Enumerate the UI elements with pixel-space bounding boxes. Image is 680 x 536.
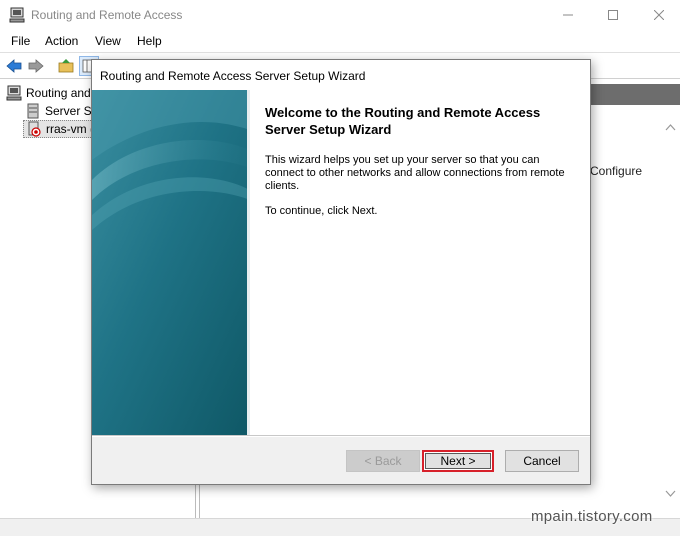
minimize-icon [563,14,573,16]
wizard-separator [92,435,590,437]
up-level-button[interactable] [56,56,76,76]
wizard-titlebar: Routing and Remote Access Server Setup W… [92,60,590,90]
maximize-icon [608,10,618,20]
watermark-text: mpain.tistory.com [531,508,653,525]
menu-view[interactable]: View [95,34,121,48]
forward-arrow-icon [28,59,44,73]
wizard-continue-text: To continue, click Next. [265,205,378,217]
menu-bar: File Action View Help [0,30,680,51]
wizard-body: Welcome to the Routing and Remote Access… [92,90,590,435]
tree-root-label: Routing and [26,86,91,100]
setup-wizard-dialog: Routing and Remote Access Server Setup W… [91,59,591,485]
server-stopped-icon [26,121,42,137]
minimize-button[interactable] [545,0,591,30]
up-folder-icon [58,59,74,73]
next-button[interactable]: Next > [422,450,494,472]
menu-help[interactable]: Help [137,34,162,48]
back-button[interactable]: < Back [346,450,420,472]
forward-button[interactable] [26,56,46,76]
menu-file[interactable]: File [11,34,30,48]
routing-app-icon [9,7,25,23]
main-titlebar: Routing and Remote Access [0,0,680,30]
close-icon [654,10,664,20]
vertical-scrollbar[interactable] [662,108,679,518]
wizard-heading: Welcome to the Routing and Remote Access… [265,105,541,137]
routing-root-icon [6,85,22,101]
scroll-up-icon[interactable] [665,122,676,133]
wizard-description: This wizard helps you set up your server… [265,154,565,192]
back-button[interactable] [4,56,24,76]
tree-item-label: Server St [45,104,96,118]
cancel-button[interactable]: Cancel [505,450,579,472]
scroll-down-icon[interactable] [665,488,676,499]
wizard-content: Welcome to the Routing and Remote Access… [265,104,565,230]
tree-item-label: rras-vm ( [46,122,94,136]
maximize-button[interactable] [590,0,636,30]
server-status-icon [25,103,41,119]
menu-action[interactable]: Action [45,34,78,48]
back-arrow-icon [6,59,22,73]
window-title: Routing and Remote Access [31,8,183,22]
close-button[interactable] [636,0,680,30]
tree-root-routing[interactable]: Routing and [6,84,91,102]
tree-item-server-status[interactable]: Server St [25,102,95,120]
wizard-banner-image [92,90,250,435]
tree-item-rras-vm[interactable]: rras-vm ( [23,120,99,138]
configure-text: Configure [590,164,643,178]
wizard-title: Routing and Remote Access Server Setup W… [100,69,366,83]
